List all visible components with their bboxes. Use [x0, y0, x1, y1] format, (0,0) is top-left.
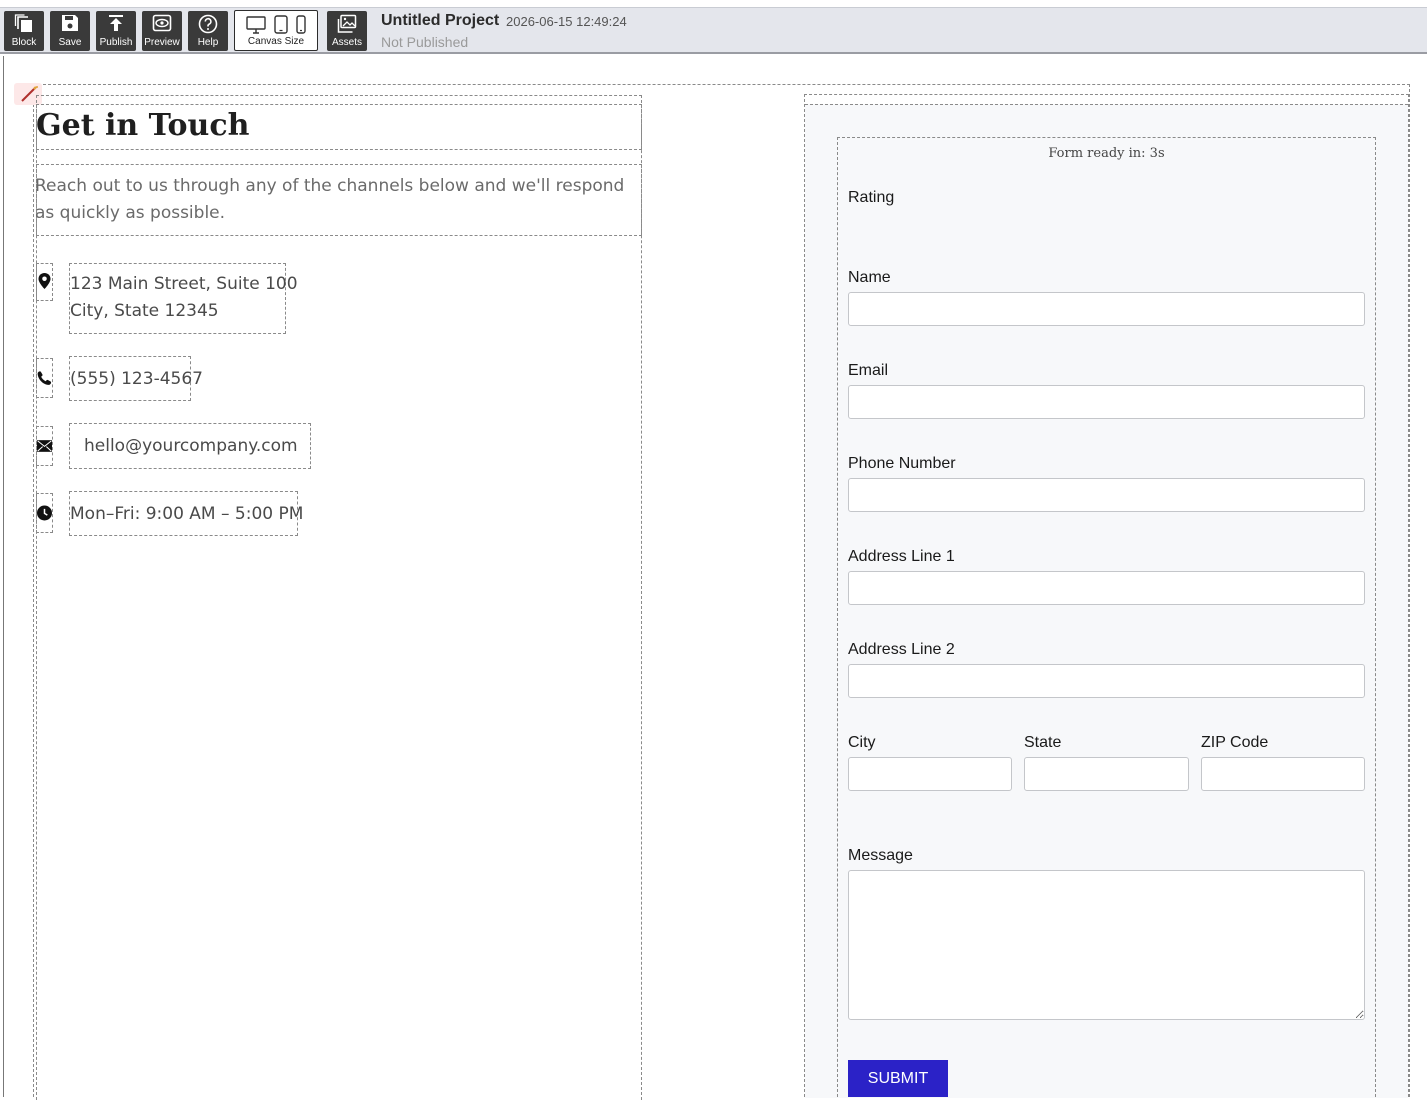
- mobile-icon[interactable]: [296, 15, 306, 34]
- zip-input[interactable]: [1201, 757, 1365, 791]
- preview-icon: [152, 14, 172, 32]
- rating-label: Rating: [848, 189, 895, 206]
- name-label: Name: [848, 269, 891, 286]
- project-timestamp: 2026-06-15 12:49:24: [506, 14, 627, 29]
- contact-heading: Get in Touch: [36, 108, 250, 143]
- preview-button-label: Preview: [144, 37, 180, 48]
- address1-label: Address Line 1: [848, 548, 955, 565]
- address-block: 123 Main Street, Suite 100 City, State 1…: [69, 263, 298, 334]
- address-line-2: City, State 12345: [70, 301, 219, 321]
- save-icon: [62, 15, 78, 31]
- block-button[interactable]: Block: [4, 11, 44, 51]
- phone-label: Phone Number: [848, 455, 956, 472]
- tablet-icon[interactable]: [274, 15, 288, 34]
- publish-status: Not Published: [381, 34, 469, 50]
- help-button[interactable]: Help: [188, 11, 228, 51]
- save-button[interactable]: Save: [50, 11, 90, 51]
- canvas-size-label: Canvas Size: [247, 36, 305, 47]
- canvas-size-selector[interactable]: Canvas Size: [234, 10, 318, 51]
- state-input[interactable]: [1024, 757, 1189, 791]
- publish-button[interactable]: Publish: [96, 11, 136, 51]
- project-title: Untitled Project: [381, 12, 500, 29]
- assets-icon: [337, 14, 357, 33]
- name-input[interactable]: [848, 292, 1365, 326]
- clock-icon: [36, 493, 53, 533]
- phone-number: (555) 123-4567: [69, 356, 203, 401]
- preview-button[interactable]: Preview: [142, 11, 182, 51]
- email-input[interactable]: [848, 385, 1365, 419]
- phone-icon: [36, 358, 53, 398]
- submit-button[interactable]: SUBMIT: [848, 1060, 948, 1097]
- block-icon: [14, 14, 32, 32]
- block-button-label: Block: [11, 37, 37, 48]
- assets-button-label: Assets: [331, 37, 362, 48]
- message-label: Message: [848, 847, 913, 864]
- help-icon: [198, 14, 218, 34]
- message-textarea[interactable]: [848, 870, 1365, 1020]
- address-line-1: 123 Main Street, Suite 100: [70, 274, 298, 294]
- email-address: hello@yourcompany.com: [69, 423, 311, 469]
- help-button-label: Help: [197, 37, 219, 48]
- top-toolbar: Block Save Publish Preview Help Canvas S…: [0, 7, 1427, 54]
- email-label: Email: [848, 362, 889, 379]
- address2-input[interactable]: [848, 664, 1365, 698]
- contact-column: [36, 95, 642, 1100]
- contact-intro: Reach out to us through any of the chann…: [35, 176, 625, 223]
- phone-input[interactable]: [848, 478, 1365, 512]
- address1-input[interactable]: [848, 571, 1365, 605]
- city-input[interactable]: [848, 757, 1012, 791]
- location-pin-icon: [36, 263, 53, 301]
- business-hours: Mon–Fri: 9:00 AM – 5:00 PM: [69, 491, 303, 536]
- form-ready-countdown: Form ready in: 3s: [1048, 146, 1165, 161]
- desktop-icon[interactable]: [246, 16, 266, 34]
- city-label: City: [848, 734, 876, 751]
- address2-label: Address Line 2: [848, 641, 955, 658]
- zip-label: ZIP Code: [1201, 734, 1269, 751]
- assets-button[interactable]: Assets: [327, 11, 367, 51]
- envelope-icon: [36, 426, 53, 466]
- publish-button-label: Publish: [99, 37, 133, 48]
- state-label: State: [1024, 734, 1062, 751]
- publish-icon: [109, 15, 123, 31]
- save-button-label: Save: [58, 37, 82, 48]
